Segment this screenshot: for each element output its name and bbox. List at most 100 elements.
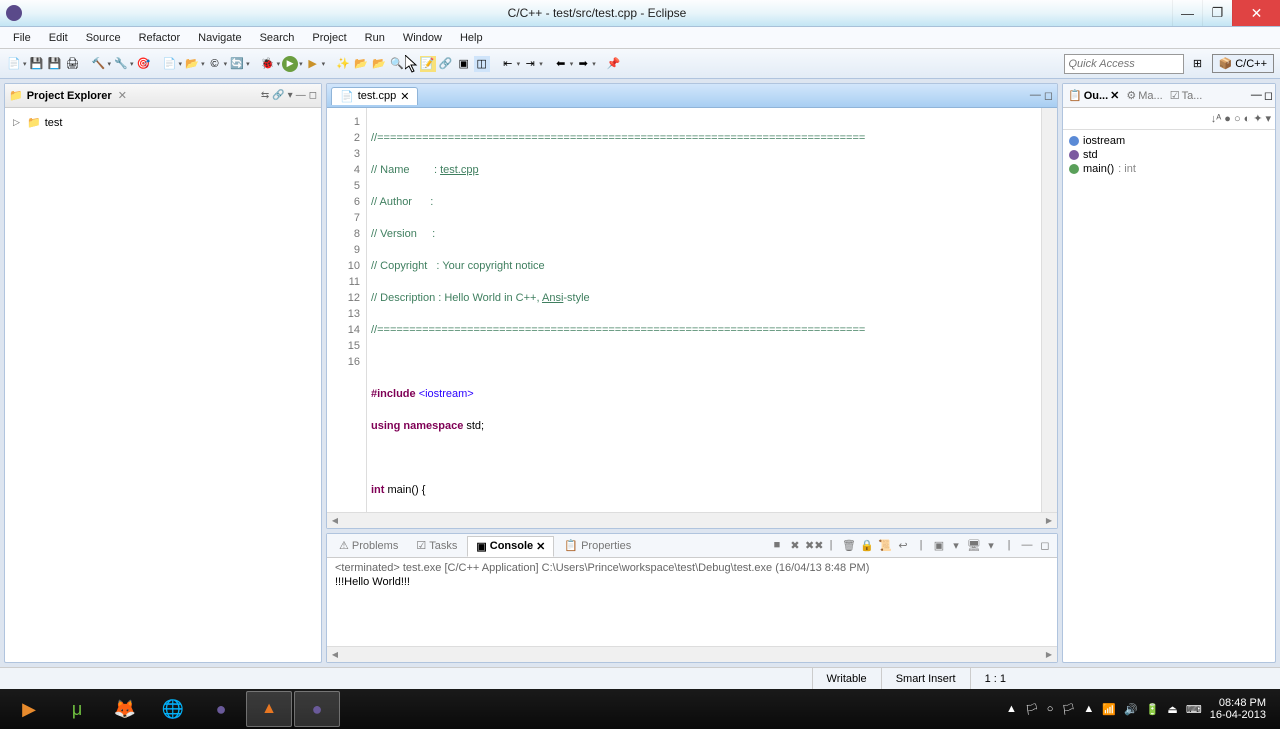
nav1-icon[interactable]: ⇤ [500, 56, 516, 72]
clear-icon[interactable]: 🗑 [841, 539, 857, 552]
folder-icon[interactable]: 📂 [184, 56, 200, 72]
editor-min-icon[interactable]: — [1030, 89, 1041, 102]
tray-vlc-icon[interactable]: ▲ [1083, 703, 1094, 715]
debug-icon[interactable]: 🐞 [260, 56, 276, 72]
quick-access-input[interactable] [1064, 54, 1184, 74]
link-editor-icon[interactable]: 🔗 [272, 90, 284, 101]
menu-refactor[interactable]: Refactor [130, 29, 190, 47]
wand-icon[interactable]: ✨ [335, 56, 351, 72]
scroll-icon[interactable]: 📜 [877, 539, 893, 552]
filter2-icon[interactable]: ○ [1234, 113, 1241, 125]
box-icon[interactable]: ▣ [456, 56, 472, 72]
tree-item-test[interactable]: ▷ 📁 test [13, 114, 313, 131]
maximize-button[interactable]: ❐ [1202, 0, 1232, 26]
tab-problems[interactable]: ⚠Problems [331, 536, 406, 555]
filter3-icon[interactable]: ◐ [1244, 113, 1251, 125]
close-tab-icon[interactable]: ✕ [118, 89, 127, 102]
filter4-icon[interactable]: ✦ [1253, 112, 1262, 125]
taskbar-eclipse1[interactable]: ● [198, 691, 244, 727]
tray-net-icon[interactable]: 📶 [1102, 703, 1116, 716]
menu-window[interactable]: Window [394, 29, 451, 47]
search-icon[interactable]: 🔍 [389, 56, 405, 72]
close-editor-icon[interactable]: ✕ [400, 90, 409, 103]
menu-edit[interactable]: Edit [40, 29, 77, 47]
minimize-button[interactable]: — [1172, 0, 1202, 26]
tray-circle-icon[interactable]: ○ [1047, 703, 1054, 715]
tray-kb-icon[interactable]: ⌨ [1186, 703, 1202, 716]
taskbar-utorrent[interactable]: μ [54, 691, 100, 727]
sort-icon[interactable]: ↓ᴬ [1211, 113, 1221, 125]
menu-file[interactable]: File [4, 29, 40, 47]
saveall-icon[interactable]: 💾 [47, 56, 63, 72]
menu-help[interactable]: Help [451, 29, 492, 47]
removeall-icon[interactable]: ✖✖ [805, 539, 821, 552]
out-menu-icon[interactable]: ▾ [1265, 112, 1271, 125]
new2-icon[interactable]: 📄 [162, 56, 178, 72]
console-scrollbar[interactable]: ◀▶ [327, 646, 1057, 662]
tab-outline[interactable]: 📋Ou...✕ [1065, 86, 1122, 105]
taskbar-eclipse-active[interactable]: ● [294, 691, 340, 727]
editor-max-icon[interactable]: ◻ [1044, 89, 1053, 102]
out-max-icon[interactable]: ◻ [1264, 89, 1273, 102]
tray-bat-icon[interactable]: 🔋 [1146, 703, 1160, 716]
menu-search[interactable]: Search [251, 29, 304, 47]
open2-icon[interactable]: 📂 [371, 56, 387, 72]
tab-properties[interactable]: 📋Properties [556, 536, 639, 555]
print-icon[interactable]: 🖨 [65, 56, 81, 72]
horizontal-scrollbar[interactable]: ◀▶ [327, 512, 1057, 528]
project-explorer-tab[interactable]: 📁 Project Explorer ✕ ⇆ 🔗 ▾ — ◻ [5, 84, 321, 108]
console-body[interactable]: <terminated> test.exe [C/C++ Application… [327, 558, 1057, 646]
fwd-icon[interactable]: ➡ [575, 56, 591, 72]
con-max-icon[interactable]: ◻ [1037, 539, 1053, 552]
col-icon[interactable]: ◫ [474, 56, 490, 72]
menu-navigate[interactable]: Navigate [189, 29, 250, 47]
open-icon[interactable]: 📂 [353, 56, 369, 72]
tray-flag-icon[interactable]: 🏳 [1025, 703, 1039, 716]
class-icon[interactable]: © [207, 56, 223, 72]
expand-icon[interactable]: ▷ [13, 117, 23, 128]
tray-up-icon[interactable]: ▲ [1006, 703, 1017, 715]
perspective-cpp[interactable]: 📦 C/C++ [1212, 54, 1275, 73]
menu-run[interactable]: Run [356, 29, 394, 47]
tab-tasks2[interactable]: ☑Ta... [1167, 86, 1206, 105]
max-icon[interactable]: ◻ [309, 90, 317, 101]
vertical-scrollbar[interactable] [1041, 108, 1057, 512]
tab-console[interactable]: ▣Console✕ [467, 536, 554, 557]
menu-project[interactable]: Project [303, 29, 355, 47]
build-icon[interactable]: 🔨 [91, 56, 107, 72]
taskbar-mediaplayer[interactable]: ▶ [6, 691, 52, 727]
min-icon[interactable]: — [296, 90, 306, 101]
new-icon[interactable]: 📄 [6, 56, 22, 72]
menu-source[interactable]: Source [77, 29, 130, 47]
code-editor[interactable]: 12345678910111213141516 //==============… [327, 108, 1057, 512]
outline-item-iostream[interactable]: iostream [1069, 134, 1269, 148]
outline-item-main[interactable]: main() : int [1069, 162, 1269, 176]
highlight-icon[interactable]: 📝 [420, 56, 436, 72]
editor-tab-test[interactable]: 📄 test.cpp ✕ [331, 87, 418, 105]
target-icon[interactable]: 🎯 [136, 56, 152, 72]
tray-vol-icon[interactable]: 🔊 [1124, 703, 1138, 716]
taskbar-chrome[interactable]: 🌐 [150, 691, 196, 727]
tray-eject-icon[interactable]: ⏏ [1167, 703, 1177, 716]
wrench-icon[interactable]: 🔧 [113, 56, 129, 72]
tray-action-icon[interactable]: 🏳 [1061, 703, 1075, 716]
taskbar-vlc[interactable]: ▲ [246, 691, 292, 727]
tab-make[interactable]: ⚙Ma... [1123, 86, 1165, 105]
save-icon[interactable]: 💾 [29, 56, 45, 72]
persp-open-icon[interactable]: ⊞ [1190, 56, 1206, 72]
wrap-icon[interactable]: ↩ [895, 539, 911, 552]
outline-item-std[interactable]: std [1069, 148, 1269, 162]
filter1-icon[interactable]: ● [1224, 113, 1231, 125]
menu-icon[interactable]: ▾ [288, 90, 293, 101]
stop-icon[interactable]: ■ [769, 539, 785, 552]
remove-icon[interactable]: ✖ [787, 539, 803, 552]
pin-icon[interactable]: 📌 [606, 56, 622, 72]
profile-icon[interactable]: ▶ [305, 56, 321, 72]
run-icon[interactable]: ▶ [282, 56, 298, 72]
out-min-icon[interactable]: — [1251, 89, 1262, 102]
tab-tasks[interactable]: ☑Tasks [408, 536, 465, 555]
taskbar-firefox[interactable]: 🦊 [102, 691, 148, 727]
close-button[interactable]: ✕ [1232, 0, 1280, 26]
tray-clock[interactable]: 08:48 PM 16-04-2013 [1210, 697, 1266, 721]
back-icon[interactable]: ⬅ [553, 56, 569, 72]
